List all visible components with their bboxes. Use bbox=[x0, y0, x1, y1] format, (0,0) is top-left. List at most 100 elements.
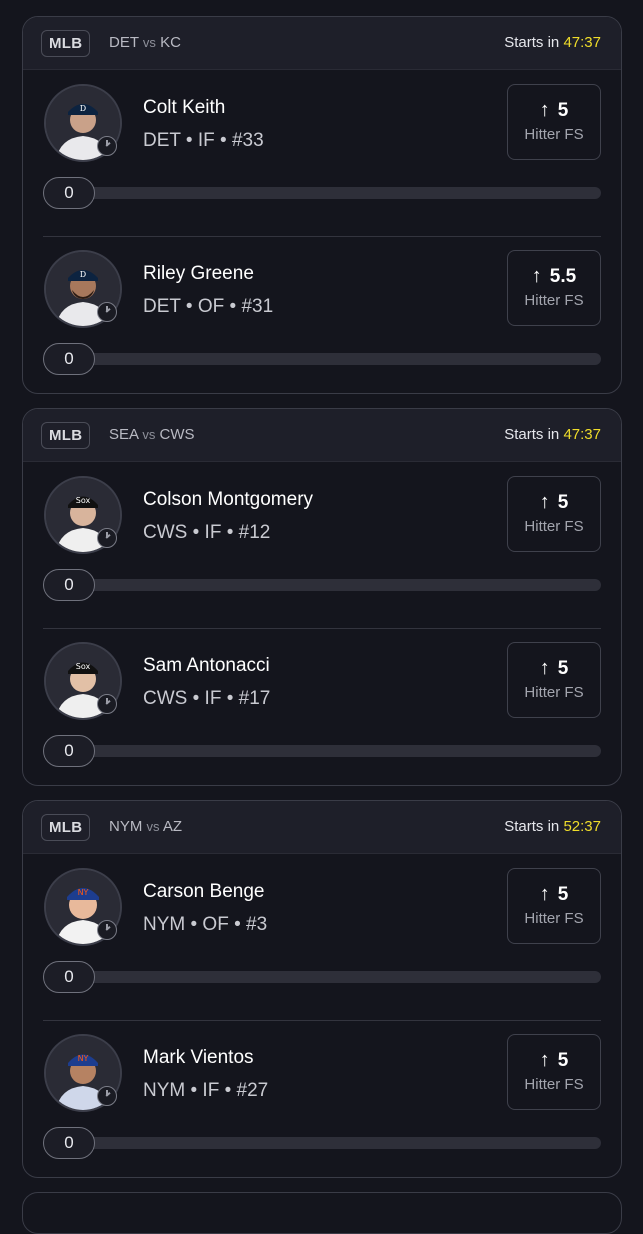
stat-label: Hitter FS bbox=[524, 292, 584, 309]
arrow-up-icon: ↑ bbox=[539, 1049, 550, 1071]
player-row[interactable]: Sox Colson Montgomery CWS • IF • #12 ↑ 5 … bbox=[23, 462, 621, 628]
stat-label: Hitter FS bbox=[524, 518, 584, 535]
projection-button[interactable]: ↑ 5.5 Hitter FS bbox=[507, 250, 601, 326]
player-row[interactable]: D Riley Greene DET • OF • #31 ↑ 5.5 Hitte… bbox=[23, 236, 621, 393]
matchup: SEA vs CWS bbox=[109, 426, 195, 443]
game-card: MLB SEA vs CWS Starts in 47:37 Sox Colso… bbox=[22, 408, 622, 786]
matchup: NYM vs AZ bbox=[109, 818, 182, 835]
league-badge: MLB bbox=[41, 422, 91, 449]
progress-track bbox=[43, 579, 601, 591]
stat-label: Hitter FS bbox=[524, 684, 584, 701]
away-team: CWS bbox=[159, 426, 195, 443]
progress-track bbox=[43, 353, 601, 365]
starts-time: 47:37 bbox=[563, 426, 601, 443]
projection-value: 5.5 bbox=[549, 266, 577, 287]
away-team: AZ bbox=[162, 818, 183, 835]
player-row[interactable]: NY Mark Vientos NYM • IF • #27 ↑ 5 Hitter… bbox=[23, 1020, 621, 1177]
vs-label: vs bbox=[146, 819, 160, 834]
player-row[interactable]: Sox Sam Antonacci CWS • IF • #17 ↑ 5 Hitt… bbox=[23, 628, 621, 785]
stat-label: Hitter FS bbox=[524, 1076, 584, 1093]
progress-track bbox=[43, 187, 601, 199]
arrow-up-icon: ↑ bbox=[531, 265, 542, 287]
divider bbox=[43, 628, 601, 629]
game-card: MLB NYM vs AZ Starts in 52:37 NY Carson … bbox=[22, 800, 622, 1178]
arrow-up-icon: ↑ bbox=[539, 657, 550, 679]
svg-text:D: D bbox=[80, 270, 86, 279]
projection-button[interactable]: ↑ 5 Hitter FS bbox=[507, 476, 601, 552]
progress-value: 0 bbox=[43, 343, 95, 375]
clock-icon bbox=[97, 1086, 117, 1106]
stat-label: Hitter FS bbox=[524, 126, 584, 143]
player-meta: CWS • IF • #17 bbox=[143, 688, 271, 709]
player-meta: NYM • OF • #3 bbox=[143, 914, 268, 935]
progress-value: 0 bbox=[43, 735, 95, 767]
projection-button[interactable]: ↑ 5 Hitter FS bbox=[507, 1034, 601, 1110]
projection-value: 5 bbox=[557, 658, 569, 679]
svg-text:D: D bbox=[80, 104, 86, 113]
vs-label: vs bbox=[142, 35, 156, 50]
projection-button[interactable]: ↑ 5 Hitter FS bbox=[507, 84, 601, 160]
progress-bar: 0 bbox=[43, 735, 601, 767]
player-meta: NYM • IF • #27 bbox=[143, 1080, 269, 1101]
clock-icon bbox=[97, 694, 117, 714]
progress-value: 0 bbox=[43, 569, 95, 601]
stat-label: Hitter FS bbox=[524, 910, 584, 927]
game-card: MLB DET vs KC Starts in 47:37 D Colt Kei… bbox=[22, 16, 622, 394]
game-header: MLB DET vs KC Starts in 47:37 bbox=[23, 17, 621, 70]
divider bbox=[43, 1020, 601, 1021]
arrow-up-icon: ↑ bbox=[539, 883, 550, 905]
starts-time: 52:37 bbox=[563, 818, 601, 835]
player-name[interactable]: Colt Keith bbox=[143, 97, 225, 119]
home-team: NYM bbox=[109, 818, 143, 835]
start-countdown: Starts in 52:37 bbox=[504, 818, 601, 835]
arrow-up-icon: ↑ bbox=[539, 99, 550, 121]
player-name[interactable]: Sam Antonacci bbox=[143, 655, 270, 677]
progress-value: 0 bbox=[43, 961, 95, 993]
svg-text:Sox: Sox bbox=[76, 662, 91, 671]
projection-value: 5 bbox=[557, 884, 569, 905]
home-team: SEA bbox=[109, 426, 139, 443]
player-meta: DET • OF • #31 bbox=[143, 296, 274, 317]
progress-bar: 0 bbox=[43, 343, 601, 375]
projection-value: 5 bbox=[557, 1050, 569, 1071]
away-team: KC bbox=[160, 34, 181, 51]
projection-value: 5 bbox=[557, 100, 569, 121]
vs-label: vs bbox=[142, 427, 156, 442]
start-countdown: Starts in 47:37 bbox=[504, 426, 601, 443]
clock-icon bbox=[97, 920, 117, 940]
player-name[interactable]: Carson Benge bbox=[143, 881, 264, 903]
projection-button[interactable]: ↑ 5 Hitter FS bbox=[507, 868, 601, 944]
svg-text:NY: NY bbox=[78, 1054, 89, 1063]
start-countdown: Starts in 47:37 bbox=[504, 34, 601, 51]
game-header: MLB NYM vs AZ Starts in 52:37 bbox=[23, 801, 621, 854]
progress-bar: 0 bbox=[43, 177, 601, 209]
divider bbox=[43, 236, 601, 237]
player-name[interactable]: Colson Montgomery bbox=[143, 489, 313, 511]
progress-track bbox=[43, 1137, 601, 1149]
player-name[interactable]: Riley Greene bbox=[143, 263, 254, 285]
progress-bar: 0 bbox=[43, 569, 601, 601]
home-team: DET bbox=[109, 34, 139, 51]
league-badge: MLB bbox=[41, 30, 91, 57]
game-header: MLB SEA vs CWS Starts in 47:37 bbox=[23, 409, 621, 462]
player-row[interactable]: NY Carson Benge NYM • OF • #3 ↑ 5 Hitter … bbox=[23, 854, 621, 1020]
svg-text:NY: NY bbox=[78, 888, 89, 897]
arrow-up-icon: ↑ bbox=[539, 491, 550, 513]
svg-text:Sox: Sox bbox=[76, 496, 91, 505]
progress-track bbox=[43, 971, 601, 983]
starts-label: Starts in bbox=[504, 426, 560, 443]
projection-value: 5 bbox=[557, 492, 569, 513]
progress-bar: 0 bbox=[43, 961, 601, 993]
player-row[interactable]: D Colt Keith DET • IF • #33 ↑ 5 Hitter FS… bbox=[23, 70, 621, 236]
projection-button[interactable]: ↑ 5 Hitter FS bbox=[507, 642, 601, 718]
player-name[interactable]: Mark Vientos bbox=[143, 1047, 254, 1069]
starts-label: Starts in bbox=[504, 34, 560, 51]
starts-label: Starts in bbox=[504, 818, 560, 835]
progress-track bbox=[43, 745, 601, 757]
matchup: DET vs KC bbox=[109, 34, 181, 51]
clock-icon bbox=[97, 528, 117, 548]
starts-time: 47:37 bbox=[563, 34, 601, 51]
progress-bar: 0 bbox=[43, 1127, 601, 1159]
progress-value: 0 bbox=[43, 177, 95, 209]
progress-value: 0 bbox=[43, 1127, 95, 1159]
